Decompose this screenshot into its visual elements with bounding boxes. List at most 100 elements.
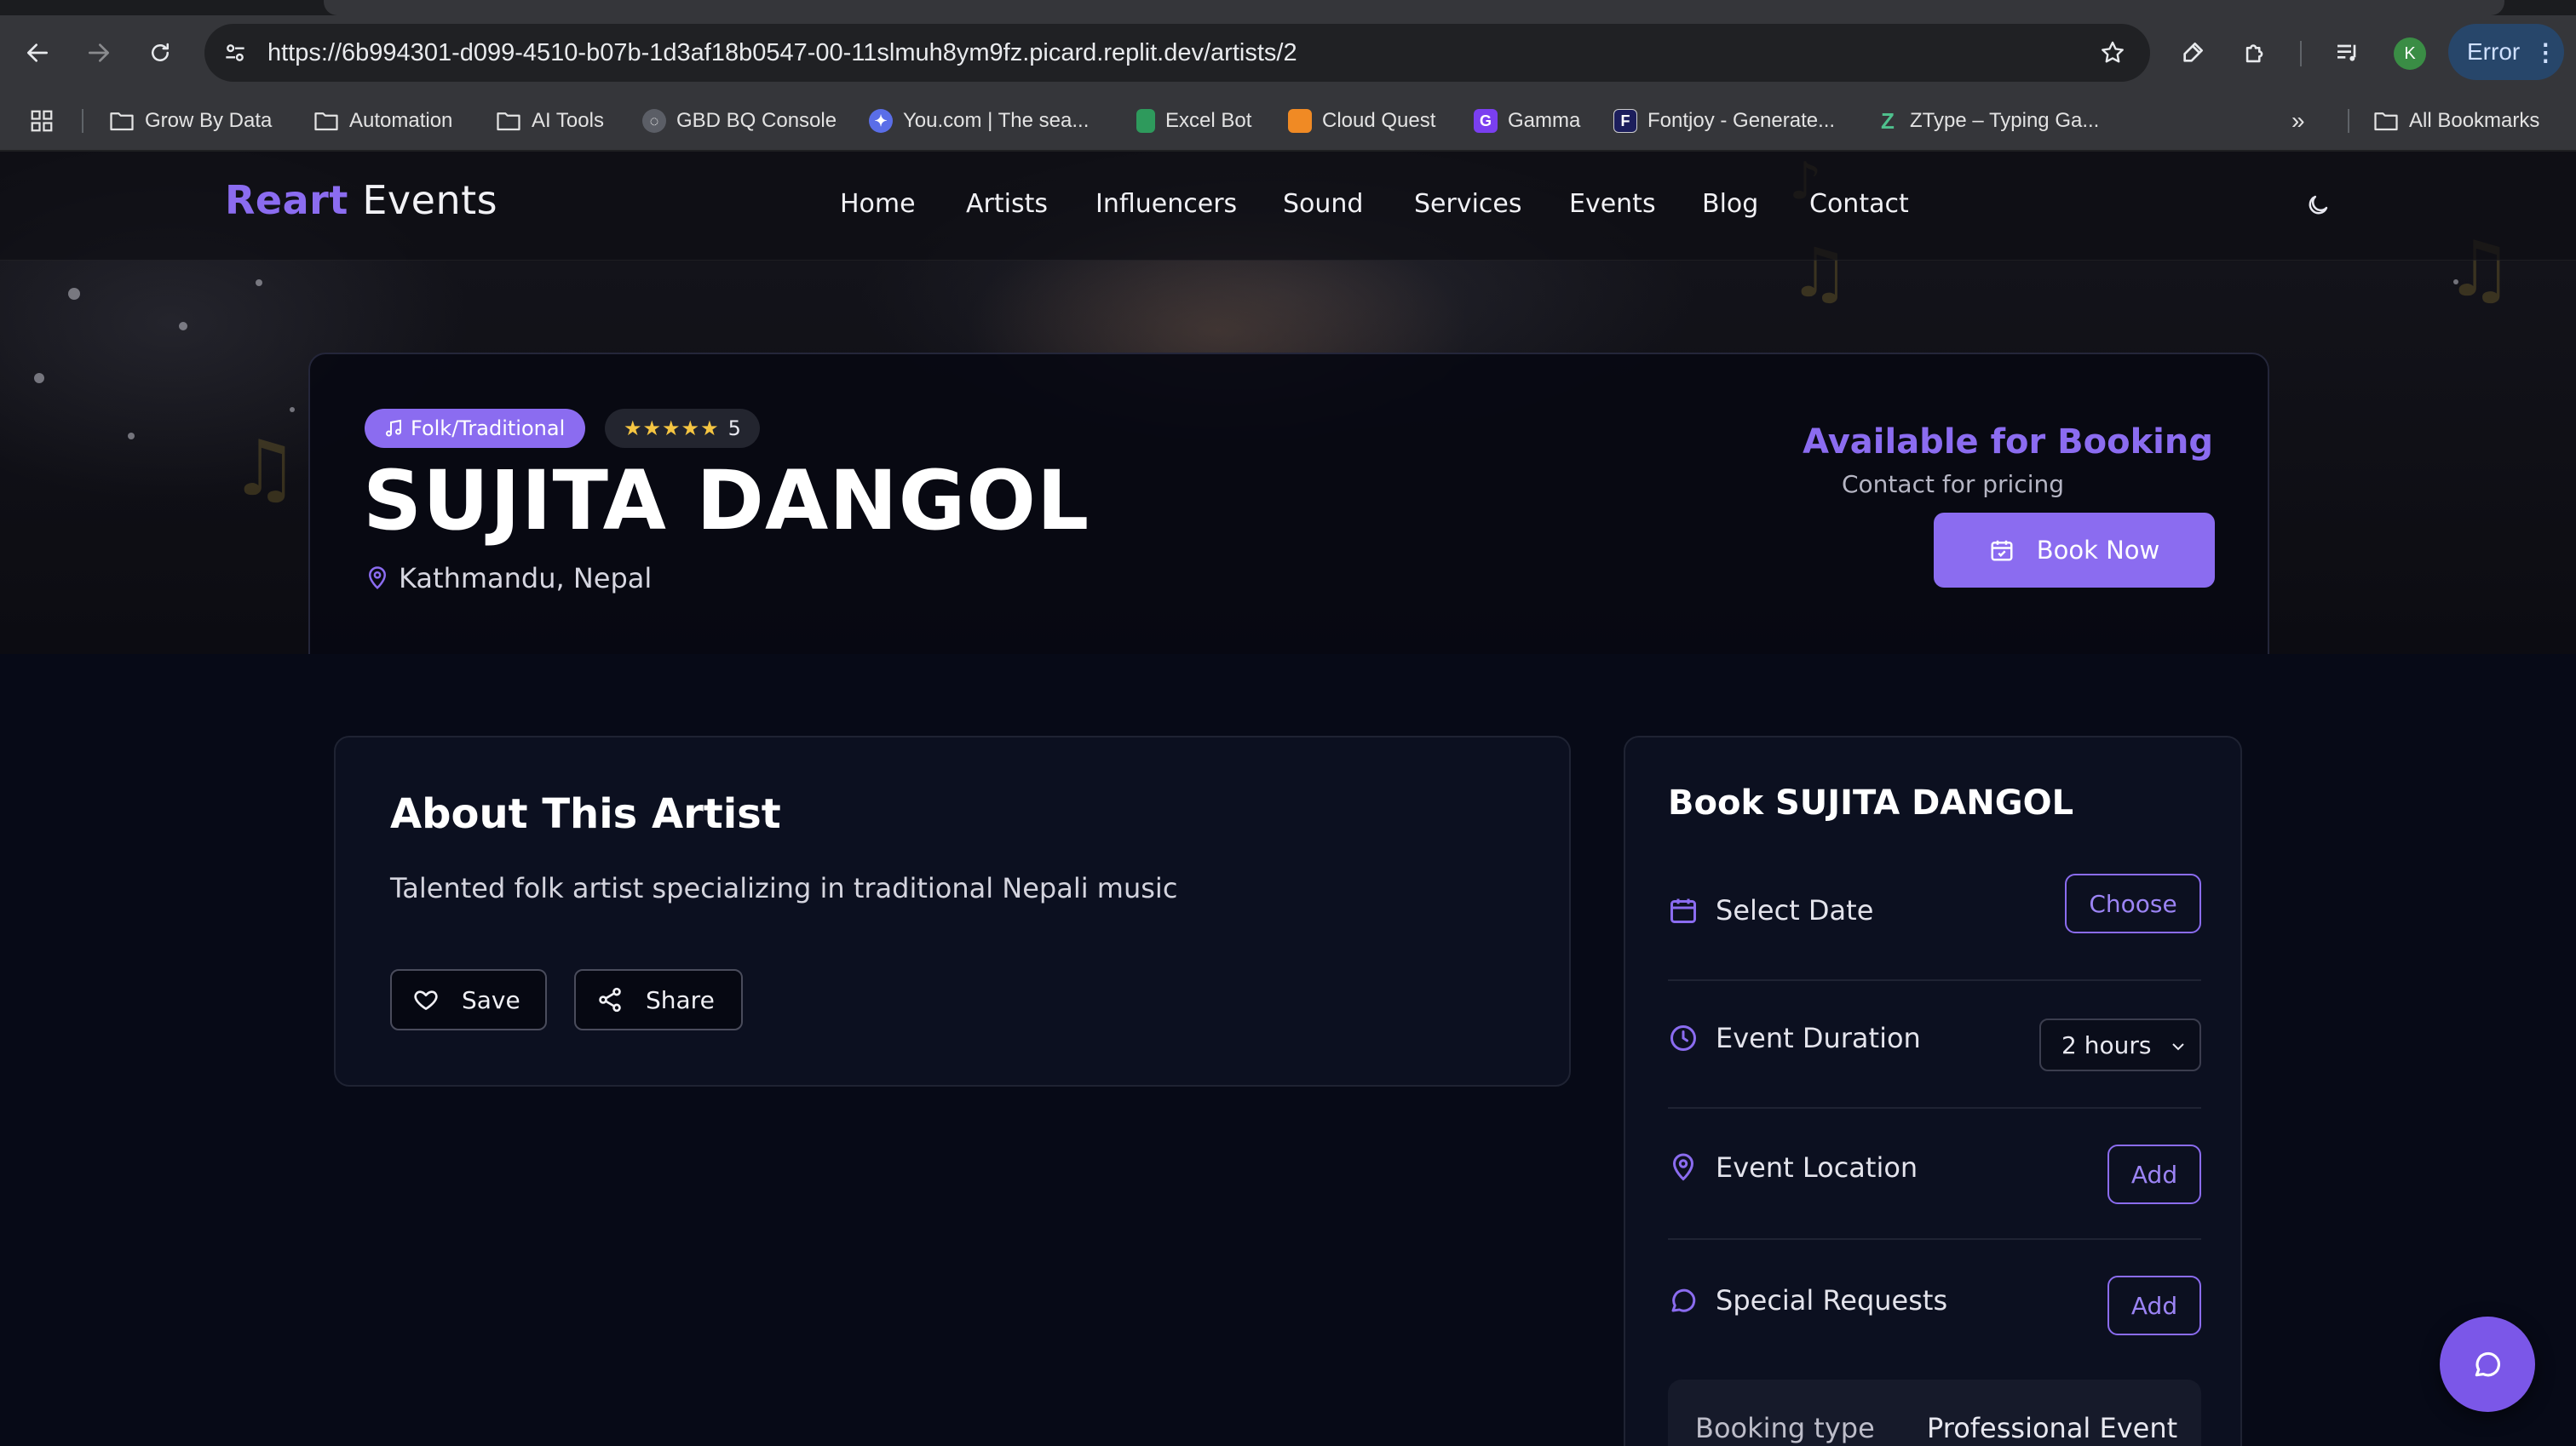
bookmark-you-com[interactable]: ✦ You.com | The sea... bbox=[869, 90, 1089, 152]
share-icon bbox=[599, 987, 621, 1013]
bookmark-label: Automation bbox=[349, 109, 453, 132]
reload-icon[interactable] bbox=[140, 32, 181, 73]
bigquery-icon: ◌ bbox=[642, 109, 666, 133]
music-note-icon bbox=[386, 419, 401, 437]
pricing-text: Contact for pricing bbox=[1842, 470, 2064, 498]
nav-sound[interactable]: Sound bbox=[1283, 189, 1363, 219]
theme-toggle-moon-icon[interactable] bbox=[2302, 189, 2334, 221]
bookmark-gbd-bq-console[interactable]: ◌ GBD BQ Console bbox=[642, 90, 837, 152]
booking-card: Book SUJITA DANGOL Select Date Choose Ev… bbox=[1624, 736, 2242, 1446]
bookmark-label: Fontjoy - Generate... bbox=[1647, 109, 1836, 132]
artist-hero-card: Folk/Traditional ★★★★★ 5 SUJITA DANGOL K… bbox=[308, 353, 2269, 654]
choose-date-button[interactable]: Choose bbox=[2065, 874, 2201, 933]
book-now-button[interactable]: Book Now bbox=[1934, 513, 2215, 588]
nav-services[interactable]: Services bbox=[1414, 189, 1522, 219]
forward-icon[interactable] bbox=[78, 32, 119, 73]
availability-heading: Available for Booking bbox=[1803, 422, 2213, 462]
nav-contact[interactable]: Contact bbox=[1809, 189, 1909, 219]
share-button[interactable]: Share bbox=[574, 969, 743, 1030]
rating-badge: ★★★★★ 5 bbox=[605, 409, 760, 448]
bookmark-cloud-quest[interactable]: Cloud Quest bbox=[1288, 90, 1435, 152]
about-artist-card: About This Artist Talented folk artist s… bbox=[334, 736, 1571, 1087]
map-pin-icon bbox=[1672, 1153, 1694, 1181]
booking-type-label: Booking type bbox=[1695, 1412, 1875, 1444]
fontjoy-icon: F bbox=[1613, 109, 1637, 133]
bookmark-label: Cloud Quest bbox=[1322, 109, 1436, 132]
url-text[interactable]: https://6b994301-d099-4510-b07b-1d3af18b… bbox=[267, 24, 1297, 82]
back-icon[interactable] bbox=[17, 32, 58, 73]
nav-blog[interactable]: Blog bbox=[1702, 189, 1758, 219]
heart-icon bbox=[414, 990, 438, 1010]
special-requests-row: Special Requests Add bbox=[1668, 1240, 2201, 1359]
bookmark-excel-bot[interactable]: Excel Bot bbox=[1136, 90, 1251, 152]
browser-error-button[interactable]: Error ⋮ bbox=[2448, 24, 2564, 80]
bookmark-grow-by-data[interactable]: Grow By Data bbox=[109, 90, 272, 152]
clock-icon bbox=[1670, 1025, 1696, 1051]
all-bookmarks-label: All Bookmarks bbox=[2409, 109, 2540, 132]
error-label: Error bbox=[2467, 38, 2521, 65]
duration-select[interactable]: 2 hours bbox=[2039, 1019, 2201, 1071]
site-logo[interactable]: Reart Events bbox=[225, 177, 497, 223]
music-note-decoration: ♫ bbox=[230, 424, 299, 514]
star-rating-icons: ★★★★★ bbox=[624, 416, 720, 440]
bookmark-ztype[interactable]: Z ZType – Typing Ga... bbox=[1876, 90, 2099, 152]
select-date-row: Select Date Choose bbox=[1668, 865, 2201, 981]
apps-grid-icon[interactable] bbox=[29, 90, 55, 152]
add-special-requests-button[interactable]: Add bbox=[2107, 1276, 2201, 1335]
bookmark-label: GBD BQ Console bbox=[676, 109, 837, 132]
genre-badge: Folk/Traditional bbox=[365, 409, 586, 448]
gamma-icon: G bbox=[1474, 109, 1498, 133]
active-tab-edge[interactable] bbox=[324, 0, 2504, 15]
page-viewport: ♫ ♫ ♫ ♪ Reart Events Home Artists Influe… bbox=[0, 152, 2576, 1446]
calendar-icon bbox=[1670, 898, 1696, 923]
more-bookmarks-chevron-icon[interactable]: » bbox=[2291, 90, 2305, 152]
save-button[interactable]: Save bbox=[390, 969, 547, 1030]
bookmark-label: Excel Bot bbox=[1165, 109, 1252, 132]
cloud-quest-icon bbox=[1288, 109, 1312, 133]
special-requests-label: Special Requests bbox=[1668, 1284, 1947, 1317]
bookmark-star-icon[interactable] bbox=[2099, 39, 2126, 70]
excel-bot-icon bbox=[1136, 109, 1155, 133]
bookmark-fontjoy[interactable]: F Fontjoy - Generate... bbox=[1613, 90, 1835, 152]
chat-bubble-icon bbox=[1671, 1288, 1696, 1312]
bookmark-ai-tools[interactable]: AI Tools bbox=[496, 90, 604, 152]
bookmarks-divider bbox=[82, 109, 83, 133]
extensions-puzzle-icon[interactable] bbox=[2235, 32, 2276, 73]
book-now-label: Book Now bbox=[2036, 536, 2160, 565]
booking-title: Book SUJITA DANGOL bbox=[1668, 783, 2074, 823]
site-navbar: Reart Events Home Artists Influencers So… bbox=[0, 152, 2576, 261]
bookmark-automation[interactable]: Automation bbox=[313, 90, 452, 152]
map-pin-icon bbox=[368, 566, 387, 589]
address-bar[interactable]: https://6b994301-d099-4510-b07b-1d3af18b… bbox=[204, 24, 2150, 82]
site-info-icon[interactable] bbox=[221, 39, 249, 70]
duration-value: 2 hours bbox=[2061, 1030, 2152, 1059]
ztype-icon: Z bbox=[1881, 107, 1895, 134]
bookmark-label: AI Tools bbox=[532, 109, 604, 132]
bookmark-gamma[interactable]: G Gamma bbox=[1474, 90, 1580, 152]
folder-icon bbox=[496, 108, 521, 134]
nav-events[interactable]: Events bbox=[1569, 189, 1656, 219]
artist-location: Kathmandu, Nepal bbox=[365, 562, 652, 594]
chat-bubble-icon bbox=[2475, 1351, 2501, 1377]
media-queue-icon[interactable] bbox=[2327, 32, 2368, 73]
artist-name-heading: SUJITA DANGOL bbox=[363, 453, 1090, 548]
nav-artists[interactable]: Artists bbox=[966, 189, 1048, 219]
eyedropper-extension-icon[interactable] bbox=[2172, 32, 2213, 73]
window-titlebar bbox=[0, 0, 2576, 15]
bookmarks-divider bbox=[2348, 109, 2349, 133]
rating-value: 5 bbox=[727, 416, 741, 440]
event-duration-row: Event Duration 2 hours bbox=[1668, 981, 2201, 1109]
more-menu-icon: ⋮ bbox=[2533, 38, 2558, 66]
folder-icon bbox=[313, 108, 339, 134]
save-label: Save bbox=[462, 985, 520, 1014]
chevron-down-icon bbox=[2172, 1043, 2184, 1051]
bookmark-label: Gamma bbox=[1508, 109, 1581, 132]
share-label: Share bbox=[646, 985, 715, 1014]
about-title: About This Artist bbox=[390, 790, 781, 838]
nav-home[interactable]: Home bbox=[840, 189, 916, 219]
add-location-button[interactable]: Add bbox=[2107, 1145, 2201, 1204]
chat-button[interactable] bbox=[2440, 1317, 2535, 1412]
nav-influencers[interactable]: Influencers bbox=[1095, 189, 1237, 219]
profile-avatar[interactable]: K bbox=[2394, 37, 2426, 70]
all-bookmarks[interactable]: All Bookmarks bbox=[2373, 90, 2539, 152]
